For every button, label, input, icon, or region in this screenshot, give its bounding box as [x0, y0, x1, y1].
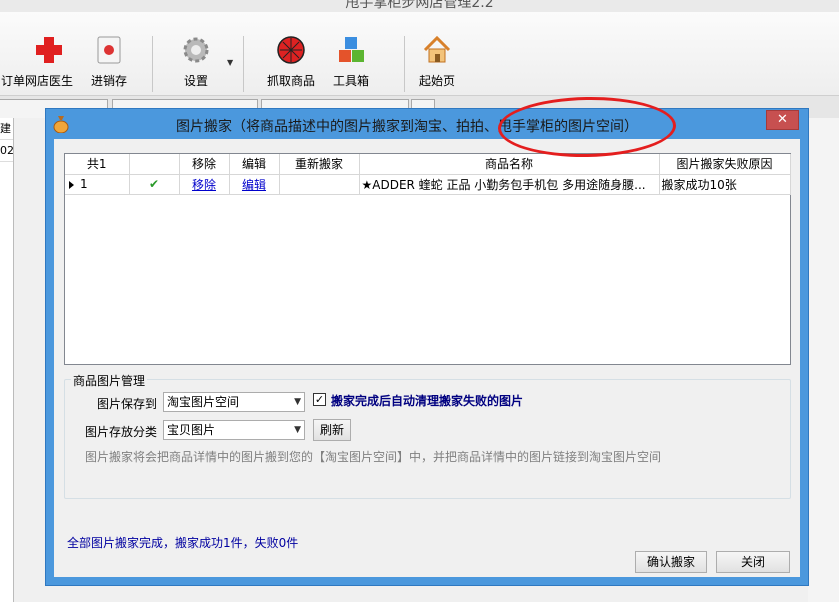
toolbar-home-button[interactable]: 起始页 [407, 34, 467, 89]
column-header-retry[interactable]: 重新搬家 [279, 154, 360, 175]
fail-reason-cell: 搬家成功10张 [659, 174, 791, 195]
remove-link[interactable]: 移除 [192, 178, 216, 192]
close-button[interactable]: 关闭 [716, 551, 790, 573]
save-to-select[interactable]: 淘宝图片空间 ▼ [163, 392, 305, 412]
product-name-cell: ★ADDER 蝰蛇 正品 小勤务包手机包 多用途随身腰... [359, 174, 660, 195]
image-move-dialog: 图片搬家（将商品描述中的图片搬家到淘宝、拍拍、甩手掌柜的图片空间） ✕ 共1 移… [45, 108, 809, 586]
dialog-body: 共1 移除 编辑 重新搬家 商品名称 图片搬家失败原因 1 ✔ 移除 编辑 ★A… [54, 139, 800, 577]
toolbar-grab-products-button[interactable]: 抓取商品 [261, 34, 321, 89]
retry-cell[interactable] [279, 174, 360, 195]
spider-icon [275, 34, 307, 66]
auto-clean-label[interactable]: 搬家完成后自动清理搬家失败的图片 [331, 392, 523, 409]
toolbar-separator [243, 36, 244, 92]
group-title: 商品图片管理 [71, 372, 148, 389]
gear-icon [180, 34, 212, 66]
toolbar-label: 进销存 [90, 74, 127, 88]
grid-header-row: 共1 移除 编辑 重新搬家 商品名称 图片搬家失败原因 [65, 154, 791, 175]
dialog-close-button[interactable]: ✕ [766, 110, 799, 130]
success-check-icon: ✔ [129, 174, 180, 195]
row-selector-icon [69, 180, 74, 189]
toolbar-settings-button[interactable]: 设置 [166, 34, 226, 89]
toolbar-toolbox-button[interactable]: 工具箱 [321, 34, 381, 89]
column-header-count[interactable]: 共1 [65, 154, 130, 175]
inventory-icon [93, 34, 125, 66]
right-panel [808, 118, 839, 602]
status-text: 全部图片搬家完成，搬家成功1件，失败0件 [67, 536, 299, 550]
toolbar-label: 工具箱 [332, 74, 369, 88]
category-select[interactable]: 宝贝图片 ▼ [163, 420, 305, 440]
column-header-fail-reason[interactable]: 图片搬家失败原因 [659, 154, 791, 175]
save-to-value: 淘宝图片空间 [167, 395, 240, 409]
toolbar-label: 起始页 [418, 74, 455, 88]
toolbar-separator [152, 36, 153, 92]
category-value: 宝贝图片 [167, 423, 216, 437]
dialog-title: 图片搬家（将商品描述中的图片搬家到淘宝、拍拍、甩手掌柜的图片空间） [176, 119, 638, 135]
product-grid: 共1 移除 编辑 重新搬家 商品名称 图片搬家失败原因 1 ✔ 移除 编辑 ★A… [64, 153, 791, 365]
dialog-titlebar[interactable]: 图片搬家（将商品描述中的图片搬家到淘宝、拍拍、甩手掌柜的图片空间） ✕ [46, 109, 808, 138]
first-aid-icon [33, 34, 65, 66]
settings-dropdown-icon[interactable]: ▼ [227, 58, 233, 67]
app-titlebar: 甩手掌柜步网店管理2.2 [0, 0, 839, 12]
toolbar-label: 设置 [183, 74, 208, 88]
left-panel: 建 02 [0, 118, 14, 602]
cubes-icon [335, 34, 367, 66]
image-management-group: 商品图片管理 图片保存到 淘宝图片空间 ▼ ✓ 搬家完成后自动清理搬家失败的图片… [64, 372, 791, 499]
app-title: 甩手掌柜步网店管理2.2 [345, 0, 494, 11]
row-index: 1 [80, 177, 88, 191]
hint-text: 图片搬家将会把商品详情中的图片搬到您的【淘宝图片空间】中，并把商品详情中的图片链… [85, 450, 662, 464]
column-header-status[interactable] [129, 154, 180, 175]
home-icon [421, 34, 453, 66]
chevron-down-icon: ▼ [294, 397, 301, 407]
confirm-move-button[interactable]: 确认搬家 [635, 551, 707, 573]
table-row[interactable]: 1 ✔ 移除 编辑 ★ADDER 蝰蛇 正品 小勤务包手机包 多用途随身腰...… [65, 174, 791, 195]
refresh-button[interactable]: 刷新 [313, 419, 351, 441]
category-label: 图片存放分类 [85, 425, 158, 439]
column-header-edit[interactable]: 编辑 [229, 154, 280, 175]
toolbar-separator [404, 36, 405, 92]
main-toolbar: 订单 网店医生 进销存 设置 ▼ 抓取商品 工具箱 起始页 [0, 12, 839, 96]
auto-clean-checkbox[interactable]: ✓ [313, 393, 326, 406]
toolbar-inventory-button[interactable]: 进销存 [79, 34, 139, 89]
left-panel-item: 建 [0, 118, 13, 140]
orders-icon [0, 34, 16, 66]
column-header-product-name[interactable]: 商品名称 [359, 154, 660, 175]
column-header-remove[interactable]: 移除 [179, 154, 230, 175]
chevron-down-icon: ▼ [294, 425, 301, 435]
toolbar-shop-doctor-button[interactable]: 网店医生 [19, 34, 79, 89]
toolbar-label: 网店医生 [24, 74, 73, 88]
toolbar-label: 抓取商品 [266, 74, 315, 88]
edit-link[interactable]: 编辑 [242, 178, 266, 192]
save-to-label: 图片保存到 [97, 397, 158, 411]
left-panel-item: 02 [0, 140, 13, 162]
